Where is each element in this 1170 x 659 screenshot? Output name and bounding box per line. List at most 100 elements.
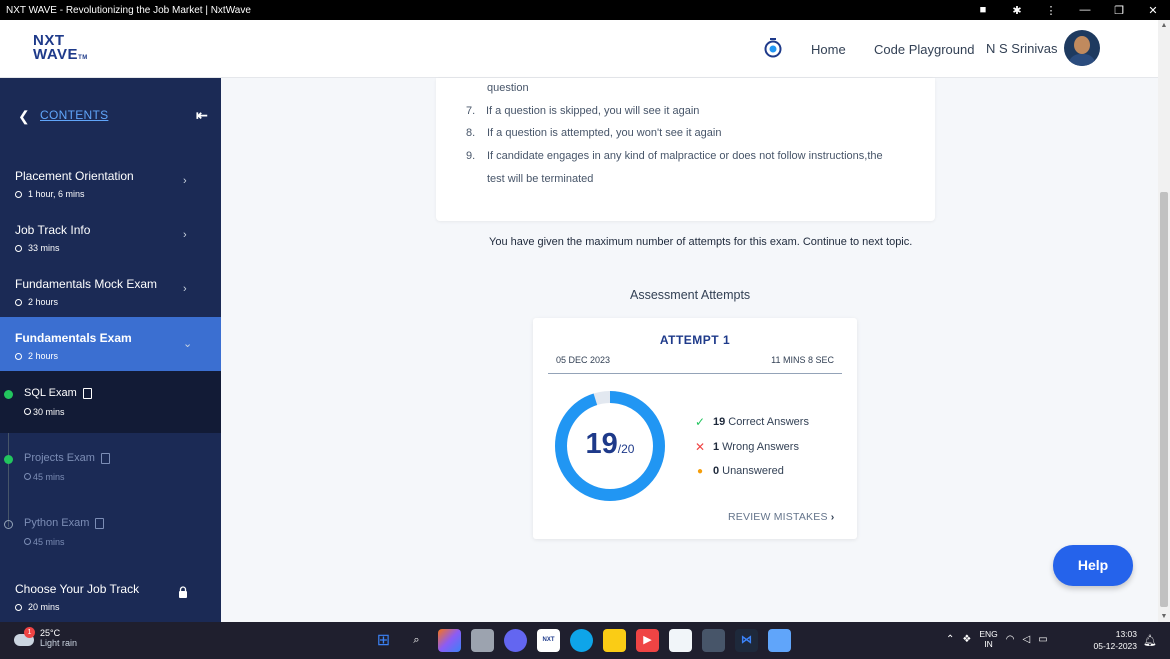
dot-icon: ● [696,465,704,477]
avatar[interactable] [1064,30,1100,66]
sub-item-sql-exam[interactable]: SQL Exam 30 mins [0,371,221,433]
correct-count: 19 [713,416,726,428]
sub-item-duration: 30 mins [24,407,65,417]
battery-icon[interactable]: ▭ [1038,634,1047,645]
edge-browser-icon[interactable] [570,629,593,652]
assessment-attempts-title: Assessment Attempts [630,288,751,302]
rule-text: question [487,82,529,94]
more-options-icon[interactable]: ⋮ [1034,4,1068,17]
windows-taskbar: 1 25°C Light rain ⊞ ⌕ NXT ▶ ⋈ ⌃ ❖ ENG IN… [0,622,1170,659]
score-total: /20 [617,442,635,456]
language-indicator[interactable]: ENG IN [979,629,997,649]
clock-date: 05-12-2023 [1093,641,1137,651]
sub-item-python-exam[interactable]: Python Exam 45 mins [0,501,221,563]
scrollbar-thumb[interactable] [1160,192,1168,607]
chevron-right-icon: › [183,175,187,187]
volume-icon[interactable]: ◁ [1023,634,1031,645]
correct-label: Correct Answers [728,416,809,428]
task-view-icon[interactable] [471,629,494,652]
notification-bell-icon[interactable]: 🔔︎ [1143,634,1157,647]
copilot-icon[interactable] [438,629,461,652]
wrong-answers-stat: ✕ 1 Wrong Answers [693,440,799,454]
unanswered-count: 0 [713,465,720,477]
sidebar-item-duration: 2 hours [15,297,58,307]
file-explorer-icon[interactable] [603,629,626,652]
help-button[interactable]: Help [1053,545,1133,586]
unanswered-stat: ● 0 Unanswered [693,465,784,477]
sub-item-title: Projects Exam [24,452,110,464]
clock-icon [15,603,22,611]
document-icon [82,387,92,399]
sidebar-item-title: Choose Your Job Track [15,582,140,596]
chevron-right-icon: › [183,229,187,241]
review-mistakes-link[interactable]: REVIEW MISTAKES › [728,511,834,523]
sidebar-item-fundamentals-mock-exam[interactable]: Fundamentals Mock Exam 2 hours › [0,263,221,317]
clock-icon [15,298,22,306]
weather-condition: Light rain [40,638,78,648]
duration-text: 30 mins [33,407,65,417]
system-tray: ⌃ ❖ ENG IN ◠ ◁ ▭ [946,629,1048,649]
sidebar-item-duration: 2 hours [15,351,58,361]
video-icon[interactable]: ■ [966,4,1000,16]
youtube-icon[interactable]: ▶ [636,629,659,652]
duration-text: 45 mins [33,537,65,547]
nav-code-playground-link[interactable]: Code Playground [874,42,974,57]
minimize-button[interactable]: — [1068,4,1102,16]
sidebar-item-placement-orientation[interactable]: Placement Orientation 1 hour, 6 mins › [0,155,221,209]
nxtwave-app-icon[interactable]: NXT [537,629,560,652]
nav-home-link[interactable]: Home [811,42,846,57]
system-clock[interactable]: 13:03 05-12-2023 [1089,628,1137,652]
maximize-button[interactable]: ❐ [1102,4,1136,17]
notepad-icon[interactable] [768,629,791,652]
back-chevron-icon[interactable]: ❮ [18,108,30,125]
show-hidden-icons-icon[interactable]: ⌃ [946,634,954,645]
search-icon[interactable]: ⌕ [405,629,428,652]
course-sidebar: ❮ CONTENTS ⇤ Placement Orientation 1 hou… [0,78,221,622]
attempt-card: ATTEMPT 1 05 DEC 2023 11 MINS 8 SEC 19/2… [533,318,857,539]
app-header: NXT WAVETM Home Code Playground N S Srin… [0,20,1158,78]
scroll-down-icon[interactable]: ▼ [1158,613,1170,620]
sub-item-projects-exam[interactable]: Projects Exam 45 mins [0,436,221,498]
dropbox-icon[interactable]: ❖ [962,634,971,645]
taskbar-apps: ⊞ ⌕ NXT ▶ ⋈ [372,629,791,652]
sidebar-item-job-track-info[interactable]: Job Track Info 33 mins › [0,209,221,263]
nxtwave-logo[interactable]: NXT WAVETM [33,33,88,65]
weather-widget[interactable]: 1 25°C Light rain [14,627,78,648]
clock-icon [15,352,22,360]
user-name[interactable]: N S Srinivas [986,41,1058,56]
completed-dot-icon [4,455,13,464]
extensions-icon[interactable]: ✱ [1000,4,1034,17]
sidebar-item-duration: 33 mins [15,243,60,253]
unanswered-label: Unanswered [722,465,784,477]
rule-text: If candidate engages in any kind of malp… [487,150,883,162]
clock-time: 13:03 [1115,629,1137,639]
check-icon: ✓ [694,415,706,429]
scroll-up-icon[interactable]: ▲ [1158,22,1170,29]
sidebar-item-choose-job-track[interactable]: Choose Your Job Track 20 mins [0,568,221,622]
logo-line-2: WAVE [33,46,79,63]
timer-icon[interactable] [764,38,782,58]
clock-icon [24,473,31,480]
calendar-icon[interactable] [669,629,692,652]
wifi-icon[interactable]: ◠ [1006,634,1015,645]
page-scrollbar[interactable]: ▲ ▼ [1158,20,1170,622]
sub-item-title: Python Exam [24,517,105,529]
sidebar-item-duration: 20 mins [15,602,60,612]
sub-item-title-text: Python Exam [24,517,90,529]
start-menu-icon[interactable]: ⊞ [372,629,395,652]
window-title: NXT WAVE - Revolutionizing the Job Marke… [6,4,251,16]
collapse-sidebar-icon[interactable]: ⇤ [196,107,208,124]
sub-item-duration: 45 mins [24,472,65,482]
chevron-down-icon: ⌄ [183,338,193,350]
wrong-count: 1 [713,441,720,453]
chevron-right-icon: › [830,511,835,523]
close-button[interactable]: ✕ [1136,4,1170,17]
vscode-icon[interactable]: ⋈ [735,629,758,652]
active-app-icon[interactable] [702,629,725,652]
teams-chat-icon[interactable] [504,629,527,652]
sidebar-item-title: Fundamentals Mock Exam [15,277,158,291]
contents-link[interactable]: CONTENTS [40,108,108,122]
sub-item-duration: 45 mins [24,537,65,547]
sidebar-header: ❮ CONTENTS ⇤ [0,78,221,155]
sidebar-item-fundamentals-exam[interactable]: Fundamentals Exam 2 hours ⌄ [0,317,221,371]
